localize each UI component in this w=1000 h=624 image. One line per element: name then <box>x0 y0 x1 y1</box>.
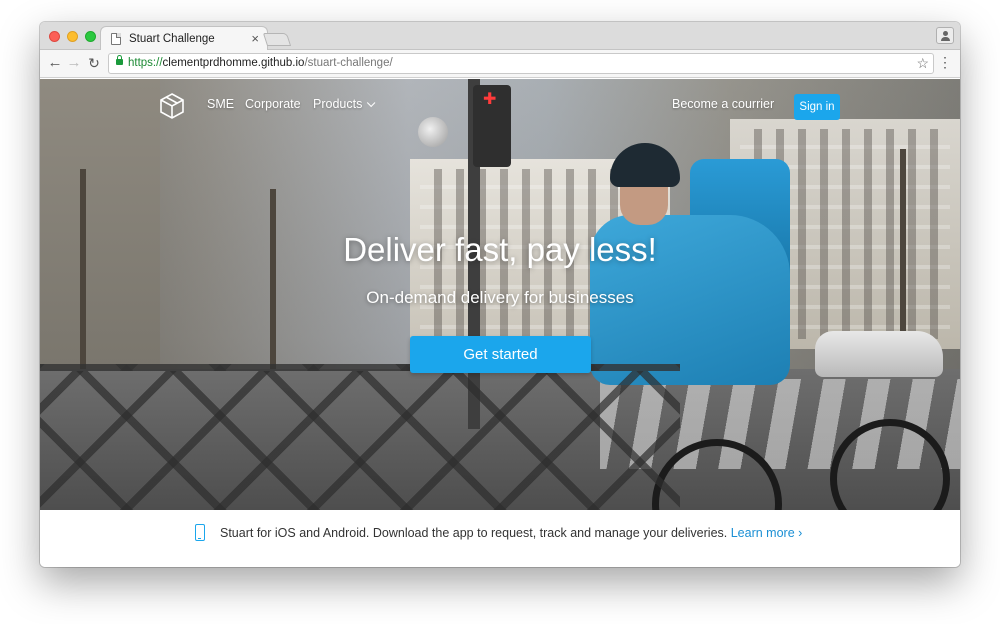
get-started-button[interactable]: Get started <box>410 336 591 373</box>
app-banner-text: Stuart for iOS and Android. Download the… <box>220 526 802 540</box>
phone-icon <box>195 524 205 541</box>
browser-toolbar: ← → ↻ https://clementprdhomme.github.io/… <box>40 50 960 78</box>
close-window-button[interactable] <box>49 31 60 42</box>
reload-button[interactable]: ↻ <box>85 55 103 72</box>
nav-products-dropdown[interactable]: Products <box>313 97 376 111</box>
background-tree <box>270 189 276 369</box>
background-tree <box>80 169 86 369</box>
hero-section: SME Corporate Products Become a courrier… <box>40 79 960 510</box>
tab-bar: Stuart Challenge × <box>40 22 960 51</box>
hero-headline: Deliver fast, pay less! <box>343 231 657 268</box>
url-scheme: https:// <box>128 57 163 69</box>
tab-title: Stuart Challenge <box>129 33 215 45</box>
logo-icon[interactable] <box>158 92 186 120</box>
new-tab-button[interactable] <box>262 33 292 46</box>
background-street-lamp <box>418 117 448 147</box>
app-banner-message: Stuart for iOS and Android. Download the… <box>220 526 728 540</box>
nav-corporate-link[interactable]: Corporate <box>245 97 301 111</box>
url-path: /stuart-challenge/ <box>304 57 393 69</box>
star-icon[interactable]: ☆ <box>916 55 929 72</box>
nav-sme-link[interactable]: SME <box>207 97 234 111</box>
background-fence <box>40 364 680 510</box>
background-car <box>815 331 943 377</box>
forward-button[interactable]: → <box>65 54 83 71</box>
profile-icon[interactable] <box>936 27 954 44</box>
url-host: clementprdhomme.github.io <box>162 57 305 69</box>
nav-products-label: Products <box>313 97 363 111</box>
hero-subline: On-demand delivery for businesses <box>366 288 634 307</box>
become-courier-link[interactable]: Become a courrier <box>672 97 774 111</box>
browser-window: Stuart Challenge × ← → ↻ https://clement… <box>40 22 960 567</box>
learn-more-link[interactable]: Learn more › <box>731 526 803 540</box>
chevron-down-icon <box>367 98 376 108</box>
rider-helmet <box>610 143 680 187</box>
tab-stuart-challenge[interactable]: Stuart Challenge × <box>100 26 268 51</box>
lock-icon <box>116 55 123 65</box>
menu-icon[interactable]: ⋮ <box>938 55 952 69</box>
app-banner: Stuart for iOS and Android. Download the… <box>40 510 960 567</box>
address-bar[interactable]: https://clementprdhomme.github.io/stuart… <box>108 53 934 74</box>
sign-in-button[interactable]: Sign in <box>794 94 840 120</box>
background-building <box>40 79 160 369</box>
window-controls <box>49 31 96 42</box>
url-text[interactable]: https://clementprdhomme.github.io/stuart… <box>128 57 393 69</box>
zoom-window-button[interactable] <box>85 31 96 42</box>
close-tab-icon[interactable]: × <box>251 31 259 46</box>
background-traffic-signal <box>473 85 511 167</box>
minimize-window-button[interactable] <box>67 31 78 42</box>
page-icon <box>111 33 121 45</box>
back-button[interactable]: ← <box>46 54 64 71</box>
